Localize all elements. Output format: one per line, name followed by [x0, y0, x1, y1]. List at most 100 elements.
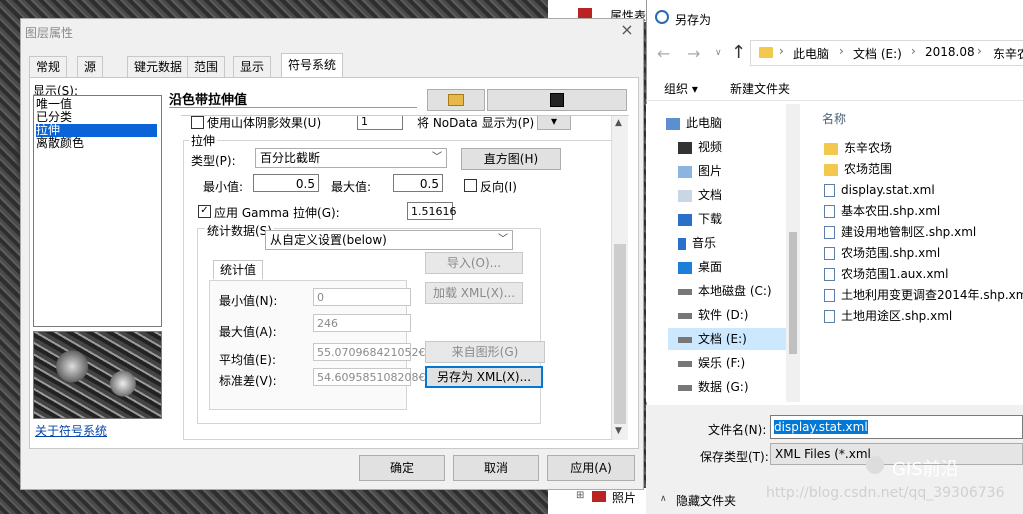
renderer-list[interactable]: 唯一值 已分类 拉伸 离散颜色 — [33, 95, 162, 327]
breadcrumb-item[interactable]: 2018.08 — [925, 45, 975, 59]
forward-arrow-icon[interactable]: → — [687, 44, 700, 63]
file-name: 农场范围.shp.xml — [841, 246, 941, 260]
nav-item[interactable]: 娱乐 (F:) — [678, 352, 745, 374]
ok-button[interactable]: 确定 — [359, 455, 445, 481]
file-list-item[interactable]: 农场范围.shp.xml — [824, 243, 940, 263]
save-icon — [550, 93, 564, 107]
tab-general[interactable]: 常规 — [29, 56, 68, 77]
gamma-input[interactable]: 1.51616 — [407, 202, 457, 220]
nav-scrollbar[interactable] — [786, 104, 800, 402]
organize-button[interactable]: 组织 ▾ — [664, 80, 698, 97]
file-list-item[interactable]: 基本农田.shp.xml — [824, 201, 940, 221]
breadcrumb-item[interactable]: 文档 (E:) — [853, 45, 902, 62]
nav-item[interactable]: 下载 — [678, 208, 722, 230]
back-arrow-icon[interactable]: ← — [657, 44, 670, 63]
nav-item-label: 文档 — [698, 188, 723, 202]
nav-item[interactable]: 此电脑 — [666, 112, 722, 134]
chevron-down-icon: ﹀ — [432, 152, 442, 163]
file-list-item[interactable]: 建设用地管制区.shp.xml — [824, 222, 976, 242]
filename-input[interactable]: display.stat.xml — [770, 415, 1023, 439]
file-list-item[interactable]: display.stat.xml — [824, 180, 935, 200]
toolbar-divider — [646, 100, 1023, 101]
nav-item-label: 文档 (E:) — [698, 332, 747, 346]
import-button[interactable]: 导入(O)... — [425, 252, 523, 274]
documents-icon — [678, 189, 692, 202]
file-list-item[interactable]: 土地利用变更调查2014年.shp.xml — [824, 285, 1023, 305]
load-xml-button[interactable]: 加载 XML(X)... — [425, 282, 523, 304]
nav-scroll-thumb[interactable] — [789, 232, 797, 354]
tab-metadata[interactable]: 键元数据 — [127, 56, 190, 77]
type-label: 类型(P): — [191, 154, 236, 168]
nav-item-label: 音乐 — [692, 236, 717, 250]
tab-symbology[interactable]: 符号系统 — [281, 53, 344, 78]
scroll-up-icon[interactable]: ▲ — [615, 118, 622, 128]
app-icon — [655, 10, 669, 24]
stat-std-label: 标准差(V): — [219, 374, 277, 388]
hide-folders-button[interactable]: 隐藏文件夹 — [676, 492, 736, 509]
nav-item[interactable]: 数据 (G:) — [678, 376, 749, 398]
apply-button[interactable]: 应用(A) — [547, 455, 635, 481]
scroll-down-icon[interactable]: ▼ — [615, 426, 622, 436]
save-as-xml-button[interactable]: 另存为 XML(X)... — [425, 366, 543, 388]
stretch-settings-area: 使用山体阴影效果(U) 1 将 NoData 显示为(P) ▾ 拉伸 类型(P)… — [181, 115, 629, 442]
file-name: 土地用途区.shp.xml — [841, 309, 953, 323]
tab-display[interactable]: 显示 — [233, 56, 272, 77]
up-arrow-icon[interactable]: ↑ — [731, 42, 746, 63]
background-tree-label-photo: 照片 — [612, 491, 637, 505]
folder-icon — [824, 142, 838, 155]
about-symbology-link[interactable]: 关于符号系统 — [35, 422, 107, 439]
gamma-checkbox[interactable]: ✓ — [198, 205, 211, 218]
preview-thumbnail — [33, 331, 162, 419]
file-list-item[interactable]: 土地用途区.shp.xml — [824, 306, 952, 326]
nav-item[interactable]: 文档 — [678, 184, 722, 206]
chevron-down-icon[interactable]: ∨ — [715, 48, 722, 58]
navigation-pane[interactable]: 此电脑 视频 图片 文档 下载 音乐 桌面 本地磁盘 (C:) 软件 (D:) … — [646, 104, 800, 402]
tab-extent[interactable]: 范围 — [187, 56, 226, 77]
vertical-scrollbar[interactable]: ▲ ▼ — [611, 116, 628, 440]
hillshade-z-input[interactable]: 1 — [357, 116, 403, 130]
nodata-label: 将 NoData 显示为(P) — [417, 116, 535, 130]
hillshade-checkbox[interactable] — [191, 116, 204, 129]
file-list-item[interactable]: 农场范围1.aux.xml — [824, 264, 948, 284]
max-input[interactable]: 0.5 — [393, 174, 443, 192]
nav-item-label: 娱乐 (F:) — [698, 356, 746, 370]
chevron-up-icon[interactable]: ∧ — [660, 494, 667, 504]
save-button[interactable] — [487, 89, 627, 111]
list-item[interactable]: 离散颜色 — [36, 137, 84, 150]
address-bar[interactable]: › 此电脑 › 文档 (E:) › 2018.08 › 东辛农 — [750, 40, 1023, 66]
tab-stats-values[interactable]: 统计值 — [213, 260, 264, 279]
nav-item[interactable]: 图片 — [678, 160, 722, 182]
nav-item-selected[interactable]: 文档 (E:) — [668, 328, 798, 350]
stats-source-select[interactable]: 从自定义设置(below) ﹀ — [265, 230, 513, 250]
invert-checkbox[interactable] — [464, 179, 477, 192]
column-header-name[interactable]: 名称 — [822, 110, 846, 127]
filename-selected-text: display.stat.xml — [774, 420, 868, 434]
nav-item[interactable]: 本地磁盘 (C:) — [678, 280, 772, 302]
nodata-color-button[interactable]: ▾ — [537, 116, 571, 130]
stretch-type-value: 百分比截断 — [260, 151, 321, 165]
min-input[interactable]: 0.5 — [253, 174, 319, 192]
tab-source[interactable]: 源 — [77, 56, 104, 77]
stat-std-value: 54.609585108208€ — [313, 368, 425, 386]
scroll-thumb[interactable] — [614, 244, 626, 424]
breadcrumb-separator: › — [839, 44, 844, 58]
close-button[interactable]: × — [618, 21, 636, 39]
nav-item[interactable]: 桌面 — [678, 256, 722, 278]
stretch-type-select[interactable]: 百分比截断 ﹀ — [255, 148, 447, 168]
from-graphic-button[interactable]: 来自图形(G) — [425, 341, 545, 363]
breadcrumb-item[interactable]: 此电脑 — [793, 45, 829, 62]
new-folder-button[interactable]: 新建文件夹 — [730, 80, 790, 97]
nav-item[interactable]: 音乐 — [678, 232, 716, 254]
open-folder-button[interactable] — [427, 89, 485, 111]
breadcrumb-separator: › — [911, 44, 916, 58]
histogram-button[interactable]: 直方图(H) — [461, 148, 561, 170]
stat-mean-value: 55.070968421052€ — [313, 343, 425, 361]
cancel-button[interactable]: 取消 — [453, 455, 539, 481]
nav-item[interactable]: 视频 — [678, 136, 722, 158]
drive-icon — [678, 360, 692, 367]
file-list-item[interactable]: 东辛农场 — [824, 138, 892, 158]
breadcrumb-item[interactable]: 东辛农 — [993, 45, 1023, 62]
nav-item[interactable]: 软件 (D:) — [678, 304, 748, 326]
file-list-item[interactable]: 农场范围 — [824, 159, 892, 179]
file-icon — [824, 289, 835, 302]
